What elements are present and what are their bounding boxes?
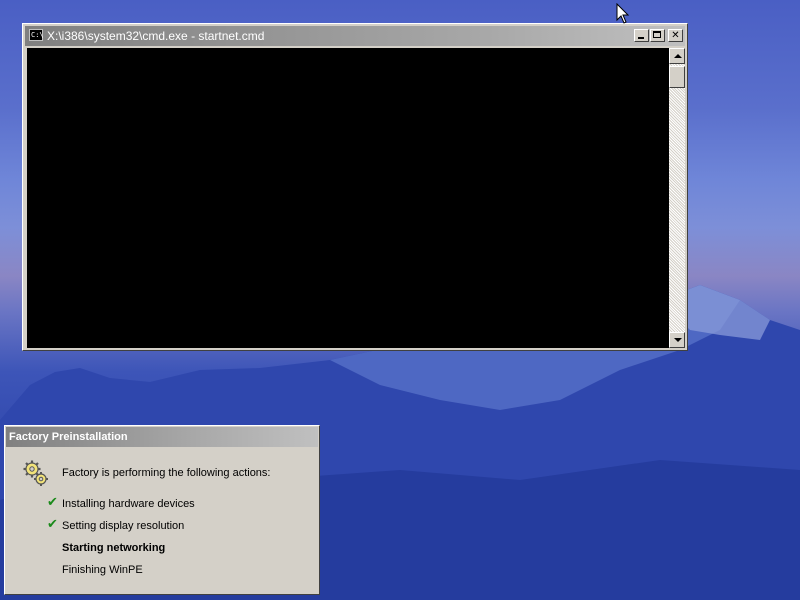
step-starting-networking: Starting networking bbox=[62, 542, 166, 554]
check-icon: ✔ bbox=[47, 517, 58, 532]
factory-preinstallation-dialog[interactable]: Factory Preinstallation Factory is perfo… bbox=[4, 425, 320, 595]
check-icon: ✔ bbox=[47, 495, 58, 510]
step-finishing-winpe: Finishing WinPE bbox=[62, 564, 143, 576]
maximize-button[interactable] bbox=[650, 29, 665, 42]
mouse-cursor-icon bbox=[616, 3, 630, 24]
cmd-window-title: X:\i386\system32\cmd.exe - startnet.cmd bbox=[47, 29, 265, 43]
console-output-area[interactable] bbox=[27, 48, 669, 348]
arrow-down-icon bbox=[674, 338, 682, 342]
close-button[interactable]: ✕ bbox=[668, 29, 683, 42]
cmd-window[interactable]: C:\ X:\i386\system32\cmd.exe - startnet.… bbox=[22, 23, 688, 351]
maximize-icon bbox=[653, 31, 661, 38]
close-icon: ✕ bbox=[671, 30, 680, 41]
minimize-button[interactable] bbox=[634, 29, 649, 42]
gear-icon bbox=[23, 460, 48, 486]
scroll-up-button[interactable] bbox=[669, 48, 685, 64]
cmd-titlebar[interactable]: C:\ X:\i386\system32\cmd.exe - startnet.… bbox=[25, 26, 685, 46]
step-installing-hardware: Installing hardware devices bbox=[62, 498, 195, 510]
cmd-icon: C:\ bbox=[29, 29, 44, 41]
arrow-up-icon bbox=[674, 54, 682, 58]
intro-text: Factory is performing the following acti… bbox=[62, 467, 271, 479]
scroll-down-button[interactable] bbox=[669, 332, 685, 348]
scroll-thumb[interactable] bbox=[669, 66, 685, 88]
minimize-icon bbox=[638, 37, 644, 39]
factory-dialog-title[interactable]: Factory Preinstallation bbox=[6, 427, 318, 447]
step-display-resolution: Setting display resolution bbox=[62, 520, 185, 532]
vertical-scrollbar[interactable] bbox=[669, 48, 685, 348]
